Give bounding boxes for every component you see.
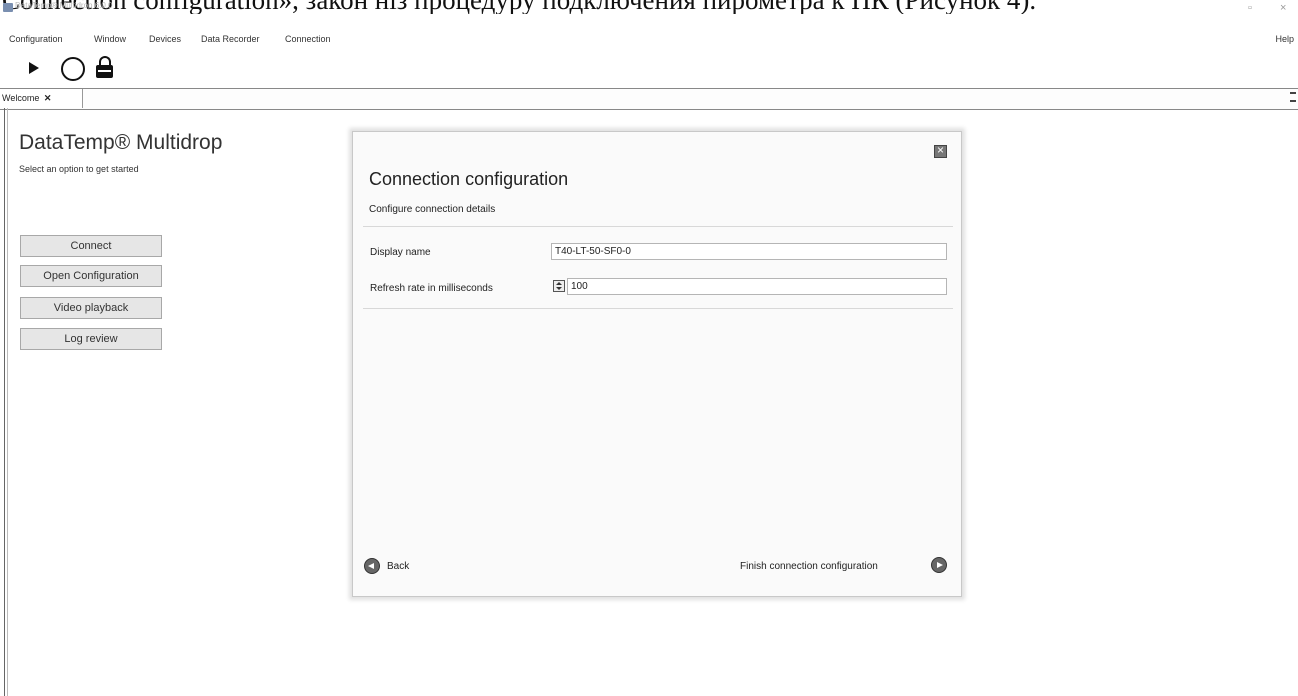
display-name-field[interactable]: T40-LT-50-SF0-0	[551, 243, 947, 260]
divider	[363, 226, 953, 227]
display-name-label: Display name	[370, 247, 431, 258]
play-icon[interactable]	[29, 62, 39, 74]
divider	[363, 308, 953, 309]
forward-arrow-icon[interactable]	[931, 557, 947, 573]
menu-configuration[interactable]: Configuration	[9, 34, 63, 44]
restore-icon[interactable]: ▫	[1248, 2, 1252, 14]
connect-button[interactable]: Connect	[20, 235, 162, 257]
dialog-subtitle: Configure connection details	[369, 204, 496, 215]
lock-body	[96, 65, 113, 78]
refresh-rate-label: Refresh rate in milliseconds	[370, 283, 493, 294]
video-playback-button[interactable]: Video playback	[20, 297, 162, 319]
left-border	[4, 108, 5, 696]
window-title: DataTemp® Multidrop 6.0.0	[15, 1, 113, 10]
welcome-subtitle: Select an option to get started	[19, 164, 139, 174]
menu-connection[interactable]: Connection	[285, 34, 331, 44]
spinner-arrows-icon[interactable]	[553, 280, 565, 292]
menu-data-recorder[interactable]: Data Recorder	[201, 34, 260, 44]
close-icon[interactable]: ×	[1280, 2, 1286, 14]
app-icon	[3, 3, 13, 12]
back-arrow-icon[interactable]	[364, 558, 380, 574]
dialog-title: Connection configuration	[369, 169, 569, 189]
left-border-inner	[7, 108, 8, 696]
tab-list-icon[interactable]	[1290, 92, 1296, 102]
title-bar: DataTemp® Multidrop 6.0.0 ▫ ×	[0, 0, 1298, 22]
tab-welcome[interactable]: Welcome ✕	[0, 89, 83, 108]
connection-dialog: Connection configuration Configure conne…	[352, 131, 962, 597]
log-review-button[interactable]: Log review	[20, 328, 162, 350]
finish-configuration-button[interactable]: Finish connection configuration	[740, 561, 878, 572]
welcome-title: DataTemp® Multidrop	[19, 131, 223, 154]
close-tab-icon[interactable]: ✕	[44, 93, 52, 103]
toolbar	[0, 54, 1298, 88]
record-icon[interactable]	[61, 57, 85, 81]
app-window: DataTemp® Multidrop 6.0.0 ▫ × Configurat…	[0, 0, 1298, 696]
refresh-rate-field[interactable]: 100	[567, 278, 947, 295]
tab-strip: Welcome ✕	[0, 88, 1298, 110]
menu-devices[interactable]: Devices	[149, 34, 181, 44]
menu-window[interactable]: Window	[94, 34, 126, 44]
lock-icon[interactable]	[95, 56, 115, 80]
tab-welcome-label: Welcome	[2, 93, 40, 103]
close-dialog-icon[interactable]	[934, 143, 947, 158]
menu-help[interactable]: Help	[1275, 34, 1294, 44]
back-button[interactable]: Back	[387, 561, 409, 572]
open-configuration-button[interactable]: Open Configuration	[20, 265, 162, 287]
